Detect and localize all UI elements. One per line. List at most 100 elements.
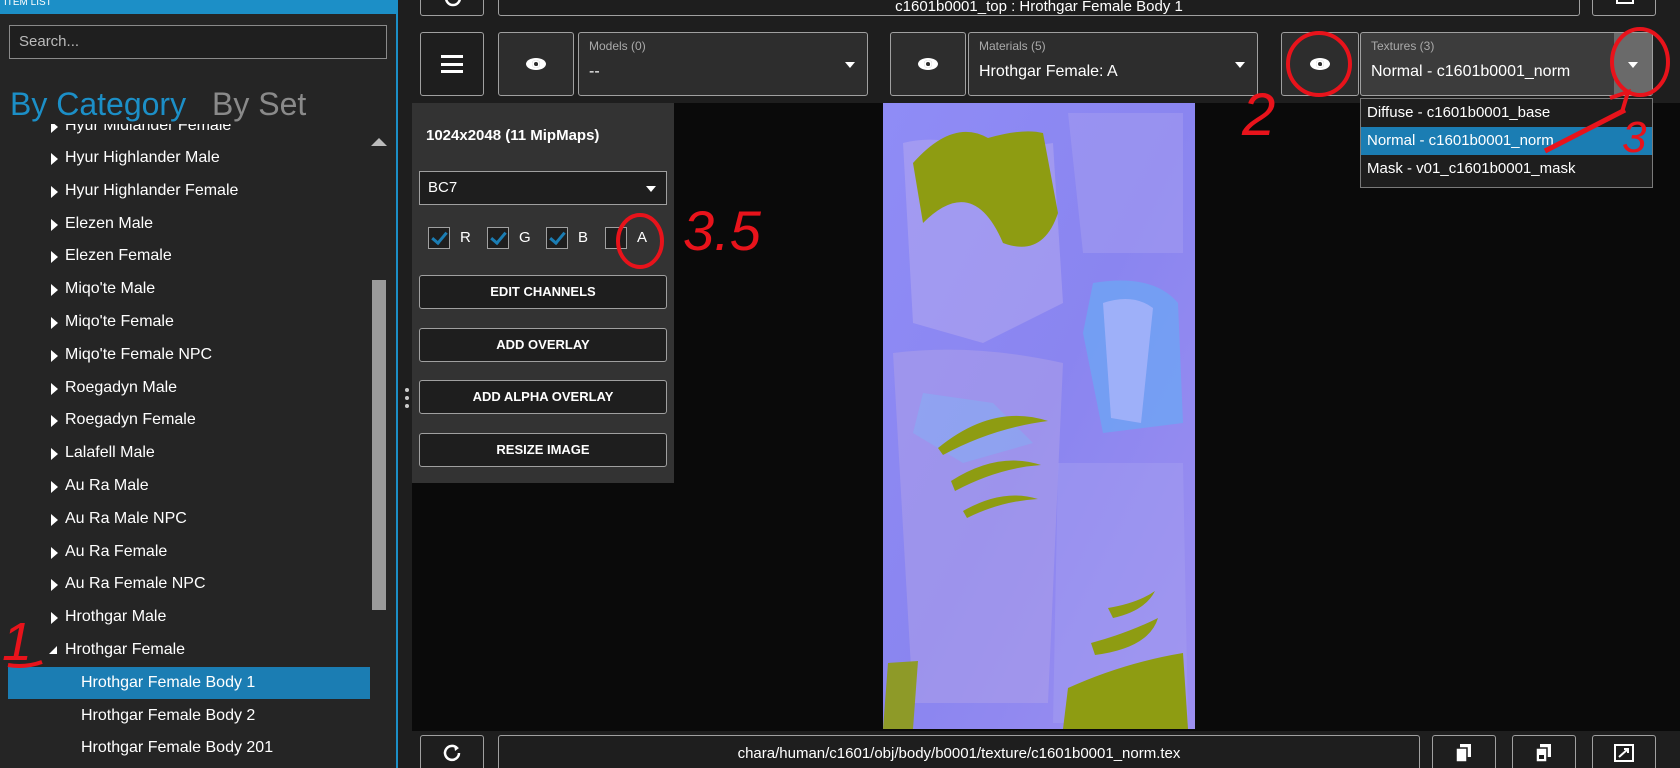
checkbox-box[interactable]: [605, 227, 627, 249]
open-external-button-bottom[interactable]: [1592, 735, 1656, 768]
tree-category-item[interactable]: Roegadyn Female: [0, 404, 370, 436]
expand-arrow-icon[interactable]: [51, 153, 58, 165]
chevron-down-icon: [1628, 62, 1638, 68]
tree-category-label: Roegadyn Female: [65, 411, 196, 429]
expand-arrow-icon[interactable]: [51, 218, 58, 231]
tree-category-item[interactable]: Lalafell Male: [0, 437, 370, 469]
models-caption: Models (0): [589, 39, 646, 53]
textures-dropdown-list: Diffuse - c1601b0001_base Normal - c1601…: [1360, 98, 1653, 188]
chevron-down-icon: [646, 186, 656, 192]
tree-child-label: Hrothgar Female Body 1: [81, 673, 256, 691]
expand-arrow-icon[interactable]: [51, 579, 58, 592]
refresh-icon: [443, 744, 461, 762]
expand-arrow-icon[interactable]: [51, 382, 58, 395]
tree-category-label: Au Ra Female NPC: [65, 575, 206, 593]
expand-arrow-icon[interactable]: [51, 415, 58, 428]
materials-visibility-button[interactable]: [890, 32, 966, 96]
scroll-up-icon[interactable]: [371, 138, 387, 146]
tree-category-item[interactable]: Hyur Highlander Male: [0, 142, 370, 174]
search-input[interactable]: Search...: [9, 25, 387, 59]
tree-child-item[interactable]: Hrothgar Female Body 2: [8, 700, 370, 732]
tree-category-item[interactable]: Hyur Highlander Female: [0, 175, 370, 207]
tab-by-set[interactable]: By Set: [212, 86, 306, 123]
expand-arrow-icon[interactable]: [51, 284, 58, 297]
expand-arrow-icon[interactable]: [51, 317, 58, 329]
tree-category-item[interactable]: Miqo'te Female NPC: [0, 339, 370, 371]
tree-category-label: Elezen Female: [65, 247, 172, 265]
tree-child-label: Hrothgar Female Body 2: [81, 706, 256, 724]
tree-category-item[interactable]: Au Ra Female NPC: [0, 568, 370, 600]
eye-icon: [1310, 58, 1330, 70]
tree-child-item[interactable]: Hrothgar Female Body 201: [8, 732, 370, 764]
texture-option-normal[interactable]: Normal - c1601b0001_norm: [1361, 127, 1652, 155]
add-overlay-button[interactable]: ADD OVERLAY: [419, 328, 667, 362]
tree-category-item[interactable]: Hrothgar Male: [0, 601, 370, 633]
expand-arrow-icon[interactable]: [51, 481, 58, 493]
tree-category-item[interactable]: Elezen Male: [0, 208, 370, 240]
tree-category-label: Elezen Male: [65, 214, 154, 232]
expand-arrow-icon[interactable]: [51, 124, 58, 133]
add-alpha-overlay-button[interactable]: ADD ALPHA OVERLAY: [419, 380, 667, 414]
tree-category-item[interactable]: Roegadyn Male: [0, 372, 370, 404]
checkbox-box[interactable]: [546, 227, 568, 249]
textures-dropdown-button[interactable]: [1614, 33, 1652, 95]
materials-select[interactable]: Materials (5) Hrothgar Female: A: [968, 32, 1258, 96]
item-title: c1601b0001_top : Hrothgar Female Body 1: [498, 0, 1580, 16]
panel-splitter-handle[interactable]: [405, 388, 409, 414]
collapse-arrow-icon[interactable]: [49, 646, 57, 654]
models-select[interactable]: Models (0) --: [578, 32, 868, 96]
edit-channels-button[interactable]: EDIT CHANNELS: [419, 275, 667, 309]
texture-option-mask[interactable]: Mask - v01_c1601b0001_mask: [1361, 155, 1652, 183]
refresh-button-top[interactable]: [420, 0, 484, 16]
tree-child-item[interactable]: Hrothgar Female Body 1: [8, 666, 370, 699]
scrollbar-thumb[interactable]: [372, 280, 386, 610]
expand-arrow-icon[interactable]: [51, 513, 58, 526]
tree-category-label: Au Ra Male: [65, 477, 149, 494]
channel-b-checkbox[interactable]: B: [546, 227, 596, 249]
open-external-button-top[interactable]: [1592, 0, 1656, 16]
expand-arrow-icon[interactable]: [51, 251, 58, 264]
expand-arrow-icon[interactable]: [51, 546, 58, 559]
channel-g-checkbox[interactable]: G: [487, 227, 537, 249]
texture-option-diffuse[interactable]: Diffuse - c1601b0001_base: [1361, 99, 1652, 127]
tree-category-label: Lalafell Male: [65, 444, 155, 462]
menu-button[interactable]: [420, 32, 484, 96]
copy-file-button[interactable]: [1512, 735, 1576, 768]
texture-dimensions: 1024x2048 (11 MipMaps): [426, 127, 600, 144]
tab-by-category[interactable]: By Category: [10, 86, 186, 123]
texture-path: chara/human/c1601/obj/body/b0001/texture…: [498, 735, 1420, 768]
external-icon: [1616, 0, 1634, 4]
tree-category-item[interactable]: Au Ra Female: [0, 536, 370, 568]
copy-icon: [1535, 744, 1551, 763]
tree-category-label: Hrothgar Male: [65, 608, 167, 626]
tree-category-label: Hyur Highlander Female: [65, 181, 239, 199]
checkbox-box[interactable]: [428, 227, 450, 249]
checkbox-box[interactable]: [487, 227, 509, 249]
textures-select[interactable]: Textures (3) Normal - c1601b0001_norm: [1360, 32, 1653, 96]
expand-arrow-icon[interactable]: [51, 612, 58, 625]
tree-category-item[interactable]: Elezen Female: [0, 240, 370, 272]
copy-path-button[interactable]: [1432, 735, 1496, 768]
format-select[interactable]: BC7: [419, 171, 667, 205]
channel-a-checkbox[interactable]: A: [605, 227, 655, 249]
tree-item-partial[interactable]: Hyur Midlander Female: [0, 124, 370, 142]
chevron-down-icon: [1235, 62, 1245, 68]
tree-category-item[interactable]: Miqo'te Male: [0, 273, 370, 305]
tree-category-item[interactable]: Miqo'te Female: [0, 306, 370, 338]
expand-arrow-icon[interactable]: [51, 349, 58, 362]
tree-category-label: Roegadyn Male: [65, 378, 178, 396]
refresh-button-bottom[interactable]: [420, 735, 484, 768]
textures-value: Normal - c1601b0001_norm: [1371, 63, 1571, 80]
tree-category-item[interactable]: Au Ra Male: [0, 470, 370, 502]
tree-category-label: Au Ra Male NPC: [65, 509, 187, 527]
tree-category-item[interactable]: Hrothgar Female: [0, 634, 370, 666]
expand-arrow-icon[interactable]: [51, 185, 58, 198]
resize-image-button[interactable]: RESIZE IMAGE: [419, 433, 667, 467]
textures-visibility-button[interactable]: [1281, 32, 1359, 96]
tree-category-item[interactable]: Au Ra Male NPC: [0, 503, 370, 535]
models-visibility-button[interactable]: [498, 32, 574, 96]
channel-r-checkbox[interactable]: R: [428, 227, 478, 249]
expand-arrow-icon[interactable]: [51, 448, 58, 461]
category-tree: Hyur Midlander Female Hyur Highlander Ma…: [0, 124, 396, 768]
tree-category-label: Hyur Highlander Male: [65, 149, 220, 166]
